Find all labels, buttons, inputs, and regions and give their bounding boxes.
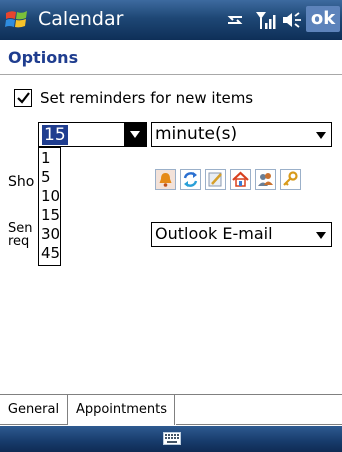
set-reminders-checkbox[interactable] — [14, 89, 32, 107]
windows-start-icon[interactable] — [4, 7, 30, 33]
chevron-down-icon[interactable] — [124, 123, 146, 146]
app-title: Calendar — [38, 8, 124, 30]
send-via-value: Outlook E-mail — [155, 224, 273, 243]
reminder-unit-select[interactable]: minute(s) — [151, 122, 332, 147]
reminder-amount-select[interactable]: 15 — [38, 122, 147, 147]
chevron-down-icon — [316, 132, 326, 139]
send-request-label-line2: req — [8, 234, 30, 249]
ok-button[interactable]: ok — [306, 6, 340, 32]
recurrence-icon[interactable] — [180, 169, 201, 190]
reminder-amount-value: 15 — [42, 125, 68, 145]
volume-icon[interactable] — [280, 9, 304, 31]
tab-general[interactable]: General — [0, 395, 68, 425]
show-time-as-label: Sho — [8, 174, 35, 190]
bell-icon[interactable] — [155, 169, 176, 190]
key-icon[interactable] — [280, 169, 301, 190]
send-via-select[interactable]: Outlook E-mail — [151, 222, 332, 247]
checkmark-icon — [16, 91, 30, 104]
people-icon[interactable] — [255, 169, 276, 190]
keyboard-icon[interactable] — [163, 432, 181, 445]
note-icon[interactable] — [205, 169, 226, 190]
chevron-down-icon — [316, 232, 326, 239]
page-title: Options — [8, 48, 79, 67]
dropdown-option[interactable]: 15 — [41, 207, 60, 224]
connectivity-icon[interactable] — [224, 9, 246, 31]
reminder-unit-value: minute(s) — [155, 124, 238, 144]
dropdown-option[interactable]: 10 — [41, 188, 60, 205]
reminder-amount-dropdown-list[interactable]: 1 5 10 15 30 45 — [38, 147, 61, 266]
set-reminders-label: Set reminders for new items — [40, 89, 254, 107]
dropdown-option[interactable]: 45 — [41, 245, 60, 262]
dropdown-option[interactable]: 30 — [41, 226, 60, 243]
tab-strip: General Appointments — [0, 394, 342, 427]
signal-icon[interactable] — [254, 9, 276, 31]
dropdown-option[interactable]: 5 — [41, 169, 51, 186]
home-icon[interactable] — [230, 169, 251, 190]
dropdown-option[interactable]: 1 — [41, 150, 51, 167]
tab-strip-filler — [176, 395, 342, 425]
tab-appointments[interactable]: Appointments — [69, 395, 175, 425]
header-divider — [0, 74, 342, 75]
title-bar: Calendar ok — [0, 0, 342, 40]
